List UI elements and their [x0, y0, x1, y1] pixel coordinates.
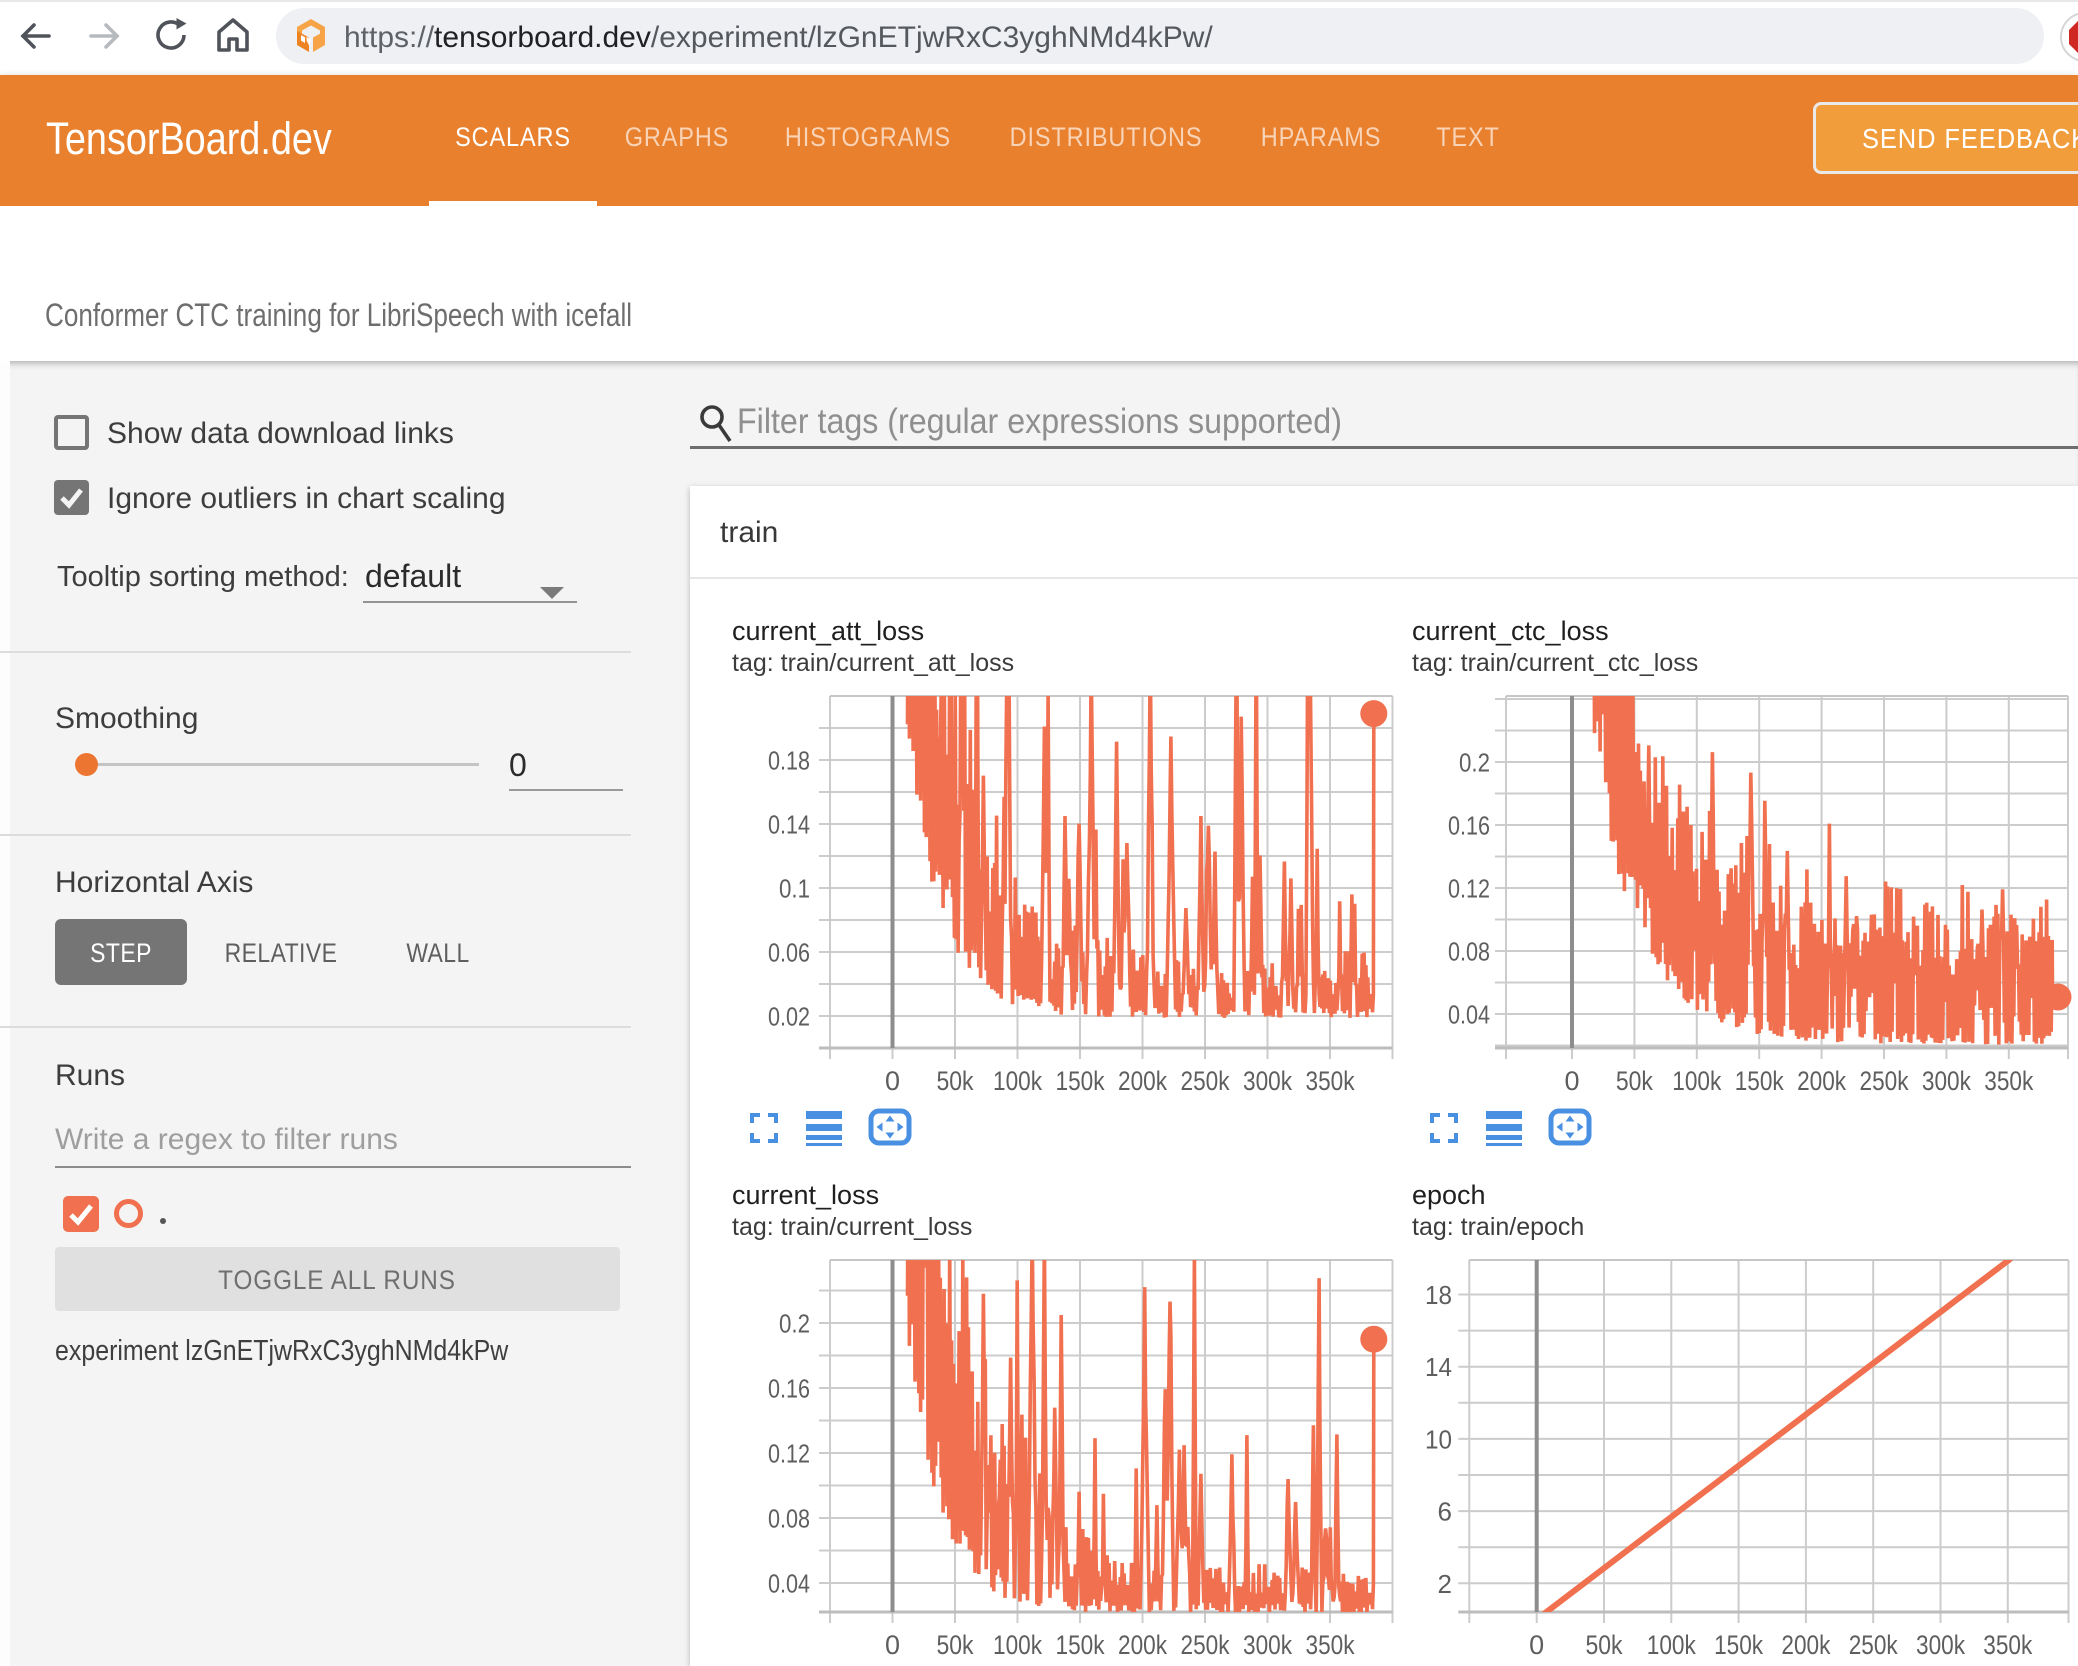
- svg-text:150k: 150k: [1714, 1630, 1763, 1660]
- svg-text:6: 6: [1438, 1497, 1452, 1527]
- svg-text:14: 14: [1425, 1352, 1452, 1382]
- svg-text:100k: 100k: [1647, 1630, 1696, 1660]
- svg-text:250k: 250k: [1849, 1630, 1898, 1660]
- svg-text:0.1: 0.1: [779, 874, 810, 904]
- svg-text:200k: 200k: [1118, 1630, 1167, 1660]
- svg-text:50k: 50k: [1586, 1630, 1623, 1660]
- svg-text:0.18: 0.18: [768, 746, 810, 776]
- svg-text:50k: 50k: [1616, 1066, 1653, 1096]
- svg-text:2: 2: [1438, 1569, 1452, 1599]
- svg-text:150k: 150k: [1735, 1066, 1784, 1096]
- svg-text:200k: 200k: [1797, 1066, 1846, 1096]
- svg-text:0.14: 0.14: [768, 810, 810, 840]
- svg-text:100k: 100k: [1672, 1066, 1721, 1096]
- svg-text:0.06: 0.06: [768, 938, 810, 968]
- svg-text:0.04: 0.04: [768, 1569, 810, 1599]
- svg-text:50k: 50k: [937, 1630, 974, 1660]
- svg-text:300k: 300k: [1243, 1630, 1292, 1660]
- svg-text:0: 0: [885, 1066, 900, 1096]
- svg-text:200k: 200k: [1781, 1630, 1830, 1660]
- svg-text:0.12: 0.12: [1448, 874, 1490, 904]
- svg-text:0.16: 0.16: [1448, 811, 1490, 841]
- svg-text:300k: 300k: [1243, 1066, 1292, 1096]
- svg-text:300k: 300k: [1916, 1630, 1965, 1660]
- svg-text:350k: 350k: [1306, 1066, 1355, 1096]
- svg-text:150k: 150k: [1056, 1066, 1105, 1096]
- svg-text:0.2: 0.2: [779, 1309, 810, 1339]
- svg-text:0.08: 0.08: [768, 1504, 810, 1534]
- svg-text:350k: 350k: [1983, 1630, 2032, 1660]
- svg-text:350k: 350k: [1306, 1630, 1355, 1660]
- svg-text:300k: 300k: [1922, 1066, 1971, 1096]
- svg-text:0.16: 0.16: [768, 1374, 810, 1404]
- svg-text:250k: 250k: [1181, 1066, 1230, 1096]
- svg-text:50k: 50k: [937, 1066, 974, 1096]
- svg-text:0: 0: [885, 1630, 900, 1660]
- svg-text:0: 0: [1529, 1630, 1544, 1660]
- svg-text:250k: 250k: [1181, 1630, 1230, 1660]
- svg-text:0.08: 0.08: [1448, 937, 1490, 967]
- svg-text:0.04: 0.04: [1448, 1000, 1490, 1030]
- svg-text:0: 0: [1564, 1066, 1579, 1096]
- svg-text:350k: 350k: [1984, 1066, 2033, 1096]
- svg-text:18: 18: [1425, 1280, 1452, 1310]
- svg-text:100k: 100k: [993, 1066, 1042, 1096]
- svg-text:0.12: 0.12: [768, 1439, 810, 1469]
- svg-text:0.02: 0.02: [768, 1002, 810, 1032]
- svg-text:250k: 250k: [1860, 1066, 1909, 1096]
- svg-text:0.2: 0.2: [1459, 748, 1490, 778]
- svg-text:200k: 200k: [1118, 1066, 1167, 1096]
- svg-text:100k: 100k: [993, 1630, 1042, 1660]
- svg-text:150k: 150k: [1056, 1630, 1105, 1660]
- svg-text:10: 10: [1425, 1424, 1452, 1454]
